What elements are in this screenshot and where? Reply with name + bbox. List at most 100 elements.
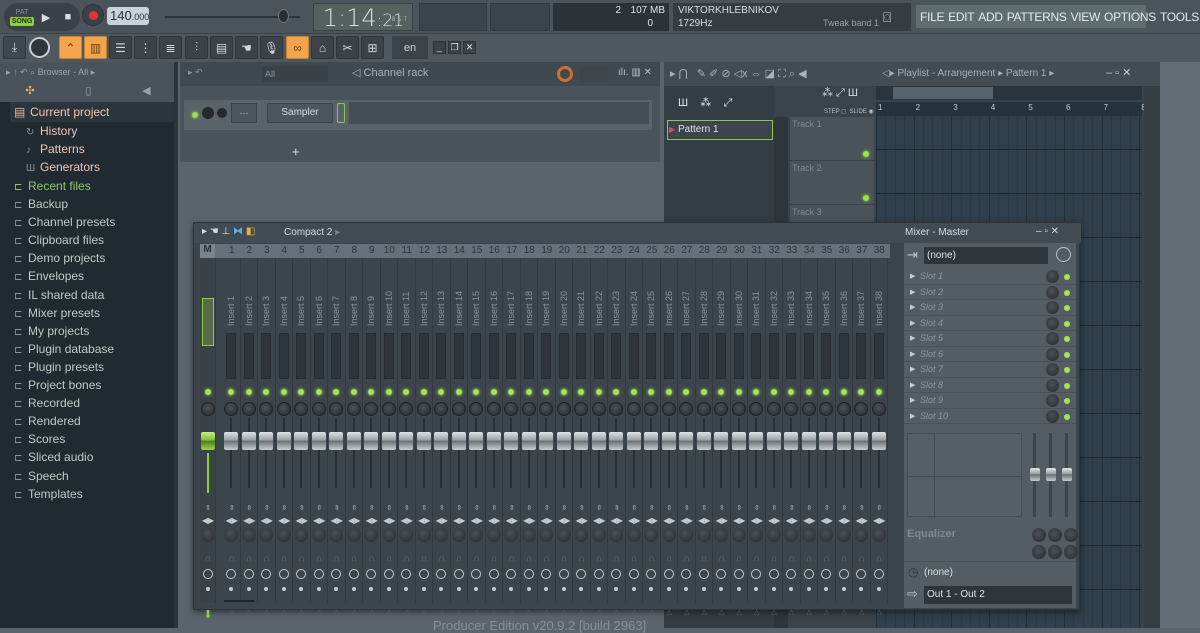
stereo-knob[interactable] — [416, 528, 431, 542]
stereo-separation-icon[interactable]: ⇳ — [626, 504, 644, 512]
volume-fader[interactable] — [346, 432, 361, 450]
stereo-separation-icon[interactable]: ⇳ — [556, 504, 574, 512]
route-arrow-icon[interactable]: △ — [293, 608, 311, 616]
playlist-track-header[interactable]: Track 2 — [790, 161, 874, 205]
route-dot[interactable] — [666, 587, 671, 591]
volume-fader[interactable] — [784, 432, 798, 450]
toolbar-button-metronome[interactable]: ⌃ — [59, 36, 82, 59]
arm-switch-icon[interactable]: ∩ — [521, 553, 539, 563]
channel-filter-select[interactable]: All — [262, 66, 328, 82]
swap-channels-icon[interactable]: ◀▶ — [293, 516, 311, 525]
stereo-knob[interactable] — [469, 528, 483, 542]
stereo-separation-icon[interactable]: ⇳ — [258, 504, 276, 512]
master-track-label[interactable]: M — [200, 244, 215, 258]
pan-knob[interactable] — [714, 402, 728, 416]
mixer-insert-strip[interactable]: Insert 17 ⇳ ◀▶ ∩ △ — [503, 258, 521, 616]
toolbar-button-plugin-picker[interactable]: ☚ — [235, 36, 258, 59]
arm-switch-icon[interactable]: ∩ — [346, 553, 364, 563]
volume-fader[interactable] — [766, 432, 781, 450]
stereo-separation-icon[interactable]: ⇳ — [783, 504, 801, 512]
pan-knob[interactable] — [556, 402, 571, 416]
browser-folder[interactable]: ⊏ Channel presets — [14, 213, 115, 231]
swap-channels-icon[interactable]: ◀▶ — [871, 516, 889, 525]
stereo-separation-icon[interactable]: ⇳ — [573, 504, 591, 512]
swap-channels-icon[interactable]: ◀▶ — [643, 516, 661, 525]
plugin-icon[interactable]: ◀ — [142, 84, 150, 97]
fx-enable-led[interactable] — [578, 389, 584, 395]
swap-channels-icon[interactable]: ◀▶ — [416, 516, 434, 525]
mixer-insert-strip[interactable]: Insert 24 ⇳ ◀▶ ∩ △ — [626, 258, 644, 616]
toolbar-button-cart[interactable]: ⊞ — [361, 36, 384, 59]
mixer-track-number[interactable]: 7 — [328, 245, 346, 256]
slot-expand-icon[interactable]: ▶ — [910, 365, 915, 373]
latency-clock-icon[interactable] — [733, 569, 744, 579]
latency-clock-icon[interactable] — [436, 569, 446, 579]
mixer-track-number[interactable]: 35 — [818, 245, 836, 256]
eq-band-2-gain[interactable] — [1046, 468, 1056, 481]
slot-mix-knob[interactable] — [1046, 301, 1059, 314]
swap-channels-icon[interactable]: ◀▶ — [398, 516, 416, 525]
route-dot[interactable] — [334, 587, 338, 591]
stereo-separation-icon[interactable]: ⇳ — [643, 504, 661, 512]
route-dot[interactable] — [684, 587, 688, 591]
swap-channels-icon[interactable]: ◀▶ — [608, 516, 626, 525]
browser-folder[interactable]: ⊏ Recorded — [14, 394, 80, 412]
latency-clock-icon[interactable] — [523, 569, 534, 579]
route-arrow-icon[interactable]: △ — [801, 608, 819, 616]
latency-clock-icon[interactable] — [366, 569, 376, 579]
latency-clock-icon[interactable] — [418, 569, 429, 579]
stereo-knob[interactable] — [696, 528, 711, 542]
latency-clock-icon[interactable] — [593, 569, 604, 579]
arm-switch-icon[interactable]: ∩ — [451, 553, 469, 563]
mixer-insert-strip[interactable]: Insert 19 ⇳ ◀▶ ∩ △ — [538, 258, 556, 616]
mixer-track-number[interactable]: 26 — [661, 245, 679, 256]
channel-pan-knob[interactable] — [202, 107, 214, 119]
mixer-track-number[interactable]: 33 — [783, 245, 801, 256]
pan-knob[interactable] — [504, 402, 518, 416]
stereo-separation-icon[interactable]: ⇳ — [311, 504, 329, 512]
arm-switch-icon[interactable]: ∩ — [433, 553, 451, 563]
pan-knob[interactable] — [381, 402, 396, 416]
mixer-insert-strip[interactable]: Insert 12 ⇳ ◀▶ ∩ △ — [416, 258, 434, 616]
scroll-thumb[interactable] — [893, 87, 993, 99]
slot-enable-led[interactable] — [1064, 289, 1070, 296]
pan-knob[interactable] — [784, 402, 798, 416]
stereo-knob[interactable] — [434, 528, 448, 542]
pan-knob[interactable] — [661, 402, 676, 416]
fx-enable-led[interactable] — [700, 389, 707, 395]
stereo-separation-icon[interactable]: ⇳ — [853, 504, 871, 512]
browser-folder[interactable]: ⊏ IL shared data — [14, 286, 104, 304]
stereo-knob[interactable] — [784, 528, 798, 542]
stereo-knob[interactable] — [836, 528, 851, 542]
ruler-bar-number[interactable]: 2 — [916, 103, 920, 112]
stereo-separation-icon[interactable]: ⇳ — [591, 504, 609, 512]
stereo-knob[interactable] — [451, 528, 466, 542]
browser-folder[interactable]: ⊏ Scores — [14, 430, 65, 448]
volume-fader[interactable] — [749, 432, 763, 450]
fx-enable-led[interactable] — [805, 389, 812, 395]
stereo-knob[interactable] — [329, 528, 343, 542]
pan-knob[interactable] — [871, 402, 886, 416]
mixer-insert-strip[interactable]: Insert 38 ⇳ ◀▶ ∩ △ — [871, 258, 889, 616]
stereo-knob[interactable] — [714, 528, 728, 542]
route-arrow-icon[interactable]: △ — [626, 608, 644, 616]
latency-clock-icon[interactable] — [348, 569, 359, 579]
volume-fader[interactable] — [801, 432, 816, 450]
mixer-insert-strip[interactable]: Insert 34 ⇳ ◀▶ ∩ △ — [801, 258, 818, 616]
arm-switch-icon[interactable]: ∩ — [276, 553, 294, 563]
swap-channels-icon[interactable]: ◀▶ — [696, 516, 714, 525]
eq-band-3-gain[interactable] — [1062, 468, 1072, 481]
latency-clock-icon[interactable] — [278, 569, 289, 579]
mixer-insert-strip[interactable]: Insert 32 ⇳ ◀▶ ∩ △ — [766, 258, 783, 616]
route-arrow-icon[interactable]: △ — [766, 608, 784, 616]
toolbar-button-link[interactable]: ∞ — [286, 36, 309, 59]
mixer-window-controls[interactable]: ‒ ▫ ✕ — [1036, 226, 1059, 237]
fx-enable-led[interactable] — [245, 389, 252, 395]
stereo-separation-icon[interactable]: ⇳ — [696, 504, 714, 512]
stereo-knob[interactable] — [486, 528, 501, 542]
mixer-track-number[interactable]: 31 — [748, 245, 766, 256]
volume-fader[interactable] — [486, 432, 501, 450]
latency-clock-icon[interactable] — [558, 569, 569, 579]
route-dot[interactable] — [806, 587, 811, 591]
mixer-track-number[interactable]: 32 — [766, 245, 784, 256]
